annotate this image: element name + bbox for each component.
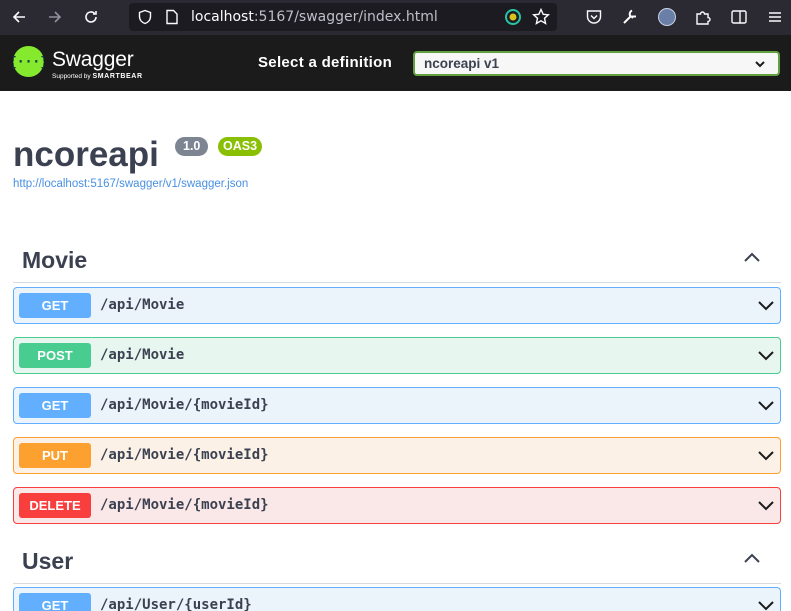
operation-get-user-by-id[interactable]: GET /api/User/{userId} bbox=[13, 587, 781, 611]
avatar-icon bbox=[658, 8, 676, 26]
chevron-down-icon[interactable] bbox=[757, 448, 775, 462]
operation-path: /api/User/{userId} bbox=[100, 597, 252, 611]
operation-path: /api/Movie bbox=[100, 347, 185, 363]
logo-supported-prefix: Supported by bbox=[52, 73, 93, 80]
forward-button[interactable] bbox=[42, 4, 68, 30]
puzzle-icon bbox=[696, 11, 711, 25]
bookmark-button[interactable] bbox=[529, 5, 553, 29]
section-header-movie[interactable]: Movie bbox=[13, 237, 781, 283]
swagger-topbar: {···} Swagger Supported by SMARTBEAR Sel… bbox=[0, 35, 791, 91]
method-badge: GET bbox=[19, 593, 91, 611]
api-title: ncoreapi bbox=[13, 135, 159, 174]
method-badge: GET bbox=[19, 393, 91, 418]
sidebar-icon bbox=[731, 10, 747, 24]
method-badge: POST bbox=[19, 343, 91, 368]
forward-arrow-icon bbox=[49, 11, 62, 23]
reload-icon bbox=[85, 11, 97, 23]
star-icon bbox=[532, 8, 550, 25]
extension-ring-icon bbox=[505, 9, 521, 25]
swagger-logo-icon[interactable]: {···} bbox=[9, 46, 48, 77]
logo-supported-by: Supported by SMARTBEAR bbox=[52, 73, 143, 80]
operation-post-movie[interactable]: POST /api/Movie bbox=[13, 337, 781, 374]
logo-name[interactable]: Swagger bbox=[52, 48, 134, 72]
operation-get-movie-by-id[interactable]: GET /api/Movie/{movieId} bbox=[13, 387, 781, 424]
chevron-down-icon[interactable] bbox=[757, 598, 775, 611]
url-host: localhost bbox=[191, 9, 254, 25]
url-text: localhost:5167/swagger/index.html bbox=[191, 9, 438, 25]
back-arrow-icon bbox=[12, 11, 25, 23]
menu-button[interactable] bbox=[763, 5, 787, 29]
url-path: :5167/swagger/index.html bbox=[253, 9, 438, 25]
operation-delete-movie[interactable]: DELETE /api/Movie/{movieId} bbox=[13, 487, 781, 524]
address-bar[interactable]: localhost:5167/swagger/index.html bbox=[129, 3, 557, 31]
definition-select-label: Select a definition bbox=[258, 54, 393, 71]
reload-button[interactable] bbox=[78, 4, 104, 30]
pocket-button[interactable] bbox=[582, 5, 606, 29]
chevron-down-icon[interactable] bbox=[757, 498, 775, 512]
method-badge: GET bbox=[19, 293, 91, 318]
operation-path: /api/Movie/{movieId} bbox=[100, 447, 269, 463]
section-header-user[interactable]: User bbox=[13, 538, 781, 584]
extension-badge[interactable] bbox=[501, 5, 525, 29]
spec-url-link[interactable]: http://localhost:5167/swagger/v1/swagger… bbox=[13, 178, 248, 190]
definition-select[interactable]: ncoreapi v1 bbox=[413, 51, 780, 76]
page-icon bbox=[166, 9, 178, 25]
definition-select-value: ncoreapi v1 bbox=[424, 56, 500, 71]
braces-icon: {···} bbox=[9, 55, 48, 70]
wrench-icon bbox=[623, 9, 636, 24]
chevron-up-icon[interactable] bbox=[743, 552, 761, 564]
tools-button[interactable] bbox=[618, 5, 642, 29]
chevron-down-icon[interactable] bbox=[757, 398, 775, 412]
oas-badge: OAS3 bbox=[218, 137, 263, 156]
chevron-down-icon bbox=[755, 61, 765, 68]
section-title: User bbox=[22, 548, 74, 574]
logo-supported-brand: SMARTBEAR bbox=[92, 73, 143, 80]
sidebar-button[interactable] bbox=[727, 5, 751, 29]
svg-text:{···}: {···} bbox=[13, 55, 44, 70]
shield-icon bbox=[138, 9, 152, 25]
chevron-down-icon[interactable] bbox=[757, 298, 775, 312]
method-badge: DELETE bbox=[19, 493, 91, 518]
chevron-down-icon[interactable] bbox=[757, 348, 775, 362]
operation-put-movie[interactable]: PUT /api/Movie/{movieId} bbox=[13, 437, 781, 474]
operation-path: /api/Movie bbox=[100, 297, 185, 313]
hamburger-icon bbox=[769, 12, 781, 22]
pocket-icon bbox=[586, 10, 602, 24]
section-title: Movie bbox=[22, 247, 88, 273]
browser-toolbar: localhost:5167/swagger/index.html bbox=[0, 0, 791, 35]
extensions-button[interactable] bbox=[691, 5, 715, 29]
back-button[interactable] bbox=[6, 4, 32, 30]
operation-path: /api/Movie/{movieId} bbox=[100, 497, 269, 513]
profile-button[interactable] bbox=[655, 5, 679, 29]
operation-path: /api/Movie/{movieId} bbox=[100, 397, 269, 413]
operation-get-movie[interactable]: GET /api/Movie bbox=[13, 287, 781, 324]
version-badge: 1.0 bbox=[175, 137, 209, 156]
method-badge: PUT bbox=[19, 443, 91, 468]
chevron-up-icon[interactable] bbox=[743, 251, 761, 263]
